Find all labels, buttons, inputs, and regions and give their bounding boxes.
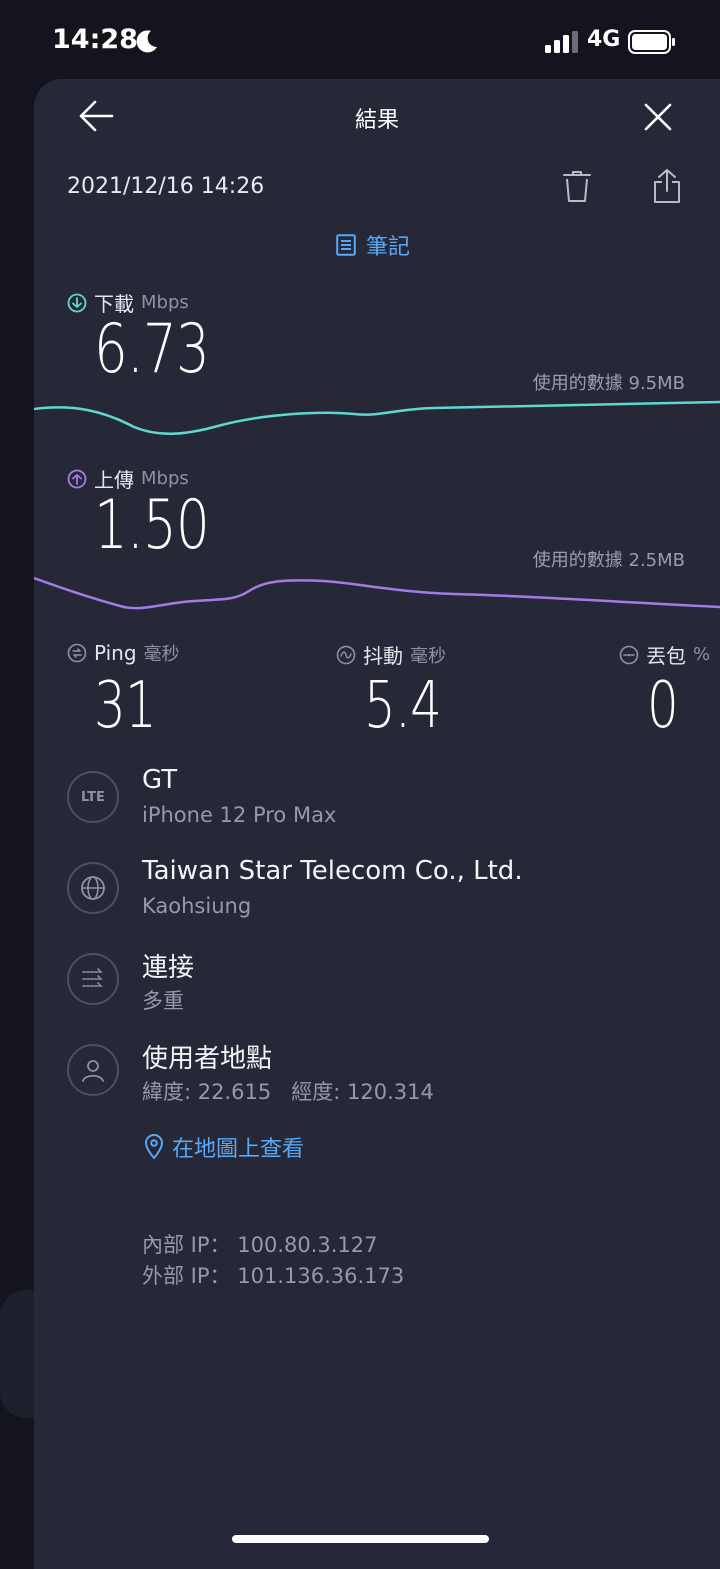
ping-unit: 毫秒 xyxy=(143,644,180,665)
carrier-name: GT xyxy=(142,765,178,795)
signal-icon xyxy=(545,31,579,53)
view-on-map-label: 在地圖上查看 xyxy=(172,1137,305,1162)
loss-label: 丟包 xyxy=(646,644,686,668)
upload-graph xyxy=(34,576,720,610)
test-datetime: 2021/12/16 14:26 xyxy=(67,174,265,199)
internal-ip-value: 100.80.3.127 xyxy=(237,1233,378,1257)
ping-label-row: Ping 毫秒 xyxy=(67,640,180,666)
connections-icon xyxy=(67,953,119,1005)
longitude-label: 經度: xyxy=(291,1080,341,1104)
loss-unit: % xyxy=(693,644,711,665)
map-pin-icon xyxy=(144,1134,164,1160)
ping-icon xyxy=(67,643,87,663)
status-bar: 14:28 4G xyxy=(0,0,720,80)
connection-mode: 多重 xyxy=(142,989,184,1013)
jitter-value: 5.4 xyxy=(364,669,442,743)
globe-icon xyxy=(67,862,119,914)
user-coordinates: 緯度: 22.615 經度: 120.314 xyxy=(142,1076,434,1106)
latitude-label: 緯度: xyxy=(142,1080,192,1104)
page-title: 結果 xyxy=(354,108,399,133)
notes-icon xyxy=(336,234,356,256)
internal-ip-row: 內部 IP： 100.80.3.127 xyxy=(142,1229,378,1259)
ping-label: Ping xyxy=(94,641,137,665)
home-indicator[interactable] xyxy=(232,1535,489,1543)
internal-ip-label: 內部 IP： xyxy=(142,1233,231,1257)
user-icon xyxy=(67,1044,119,1096)
download-graph xyxy=(34,400,720,435)
close-icon[interactable] xyxy=(644,103,672,131)
status-time: 14:28 xyxy=(52,24,138,55)
external-ip-row: 外部 IP： 101.136.36.173 xyxy=(142,1260,404,1290)
server-location: Kaohsiung xyxy=(142,894,252,918)
jitter-label-row: 抖動 毫秒 xyxy=(336,640,446,669)
share-icon[interactable] xyxy=(653,168,681,204)
battery-icon xyxy=(628,30,676,54)
notes-label: 筆記 xyxy=(366,235,411,260)
upload-value: 1.50 xyxy=(94,486,210,565)
jitter-label: 抖動 xyxy=(363,644,403,668)
jitter-icon xyxy=(336,645,356,665)
loss-label-row: 丟包 % xyxy=(619,640,710,669)
background-card-edge xyxy=(0,1290,34,1418)
download-icon xyxy=(67,293,87,313)
lte-badge-icon: LTE xyxy=(67,771,119,823)
trash-icon[interactable] xyxy=(562,170,592,204)
external-ip-value: 101.136.36.173 xyxy=(237,1264,405,1288)
view-on-map-link[interactable]: 在地圖上查看 xyxy=(144,1131,304,1163)
network-type: 4G xyxy=(587,27,621,52)
ping-value: 31 xyxy=(94,669,157,743)
loss-value: 0 xyxy=(647,669,679,743)
result-sheet: 結果 2021/12/16 14:26 筆記 下載 Mbps 6.73 使用的數… xyxy=(34,79,720,1569)
longitude-value: 120.314 xyxy=(347,1080,434,1104)
latitude-value: 22.615 xyxy=(197,1080,272,1104)
notes-button[interactable]: 筆記 xyxy=(336,229,410,261)
external-ip-label: 外部 IP： xyxy=(142,1264,231,1288)
download-value: 6.73 xyxy=(94,310,210,389)
connection-label: 連接 xyxy=(142,953,195,983)
moon-icon xyxy=(134,28,160,54)
server-provider: Taiwan Star Telecom Co., Ltd. xyxy=(142,856,523,886)
upload-icon xyxy=(67,469,87,489)
packet-loss-icon xyxy=(619,645,639,665)
user-location-title: 使用者地點 xyxy=(142,1044,273,1074)
jitter-unit: 毫秒 xyxy=(410,645,446,667)
device-model: iPhone 12 Pro Max xyxy=(142,803,337,827)
